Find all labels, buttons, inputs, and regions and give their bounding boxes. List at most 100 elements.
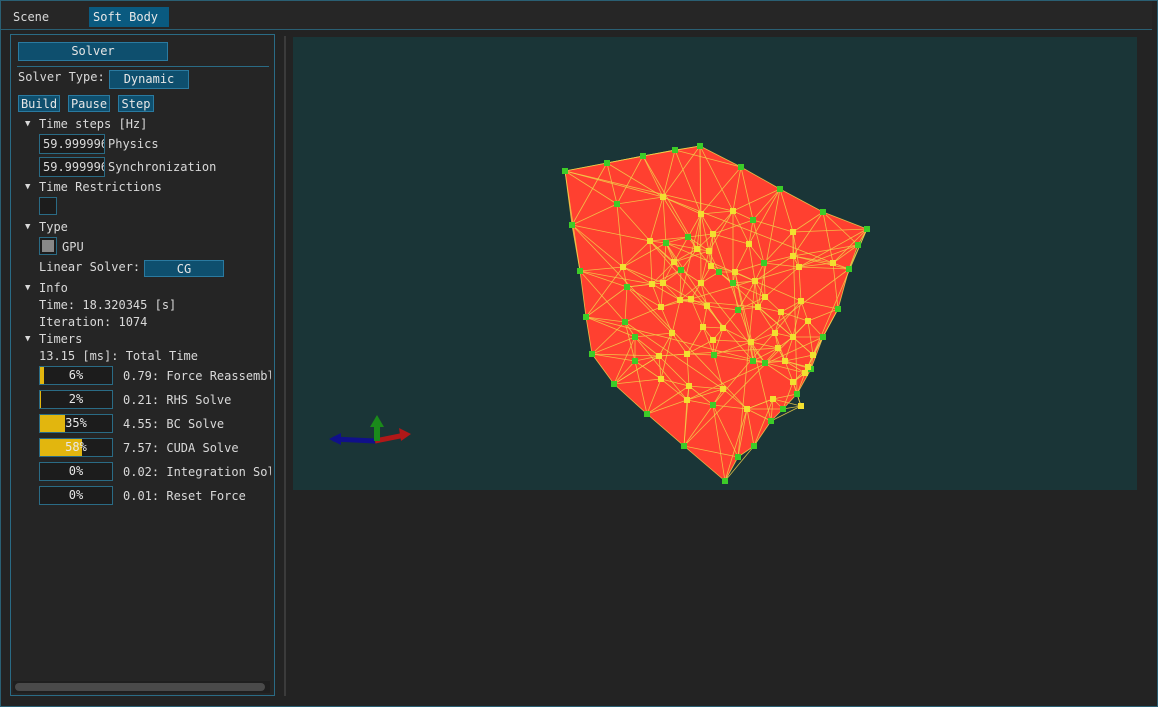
synchronization-hz-input[interactable]: 59.999996 — [39, 157, 105, 177]
mesh-node — [660, 194, 666, 200]
mesh-node — [735, 307, 741, 313]
mesh-node — [658, 376, 664, 382]
mesh-node — [685, 234, 691, 240]
mesh-node — [663, 240, 669, 246]
mesh-node — [775, 345, 781, 351]
progress-percent: 0% — [68, 488, 84, 502]
physics-hz-input[interactable]: 59.999996 — [39, 134, 105, 154]
tab-soft-body[interactable]: Soft Body — [89, 7, 169, 27]
mesh-node — [697, 143, 703, 149]
panel-splitter[interactable] — [284, 36, 286, 696]
mesh-node — [671, 259, 677, 265]
mesh-node — [798, 298, 804, 304]
mesh-node — [611, 381, 617, 387]
mesh-node — [730, 208, 736, 214]
mesh-node — [649, 281, 655, 287]
mesh-node — [864, 226, 870, 232]
mesh-node — [802, 370, 808, 376]
mesh-node — [790, 379, 796, 385]
axis-gizmo — [329, 415, 411, 445]
progress-percent: 6% — [68, 368, 84, 382]
collapse-arrow-icon[interactable]: ▼ — [25, 117, 30, 131]
mesh-node — [710, 402, 716, 408]
panel-horizontal-scrollbar[interactable] — [13, 681, 270, 693]
mesh-node — [684, 351, 690, 357]
info-time: Time: 18.320345 [s] — [39, 298, 177, 312]
mesh-node — [562, 168, 568, 174]
collapse-arrow-icon[interactable]: ▼ — [25, 332, 30, 346]
mesh-node — [632, 358, 638, 364]
mesh-node — [672, 147, 678, 153]
mesh-node — [604, 160, 610, 166]
mesh-node — [660, 280, 666, 286]
tab-scene[interactable]: Scene — [9, 7, 53, 27]
mesh-node — [684, 397, 690, 403]
timer-label: 0.02: Integration Solve — [123, 465, 271, 479]
mesh-node — [820, 209, 826, 215]
mesh-node — [711, 352, 717, 358]
mesh-node — [790, 229, 796, 235]
mesh-node — [782, 358, 788, 364]
solver-type-select[interactable]: Dynamic — [109, 70, 189, 89]
collapse-arrow-icon[interactable]: ▼ — [25, 220, 30, 234]
mesh-node — [688, 296, 694, 302]
mesh-node — [658, 304, 664, 310]
mesh-node — [790, 334, 796, 340]
gpu-label: GPU — [62, 240, 84, 254]
pause-button[interactable]: Pause — [68, 95, 110, 112]
mesh-node — [686, 383, 692, 389]
timer-progress-bar: 58% — [39, 438, 113, 457]
mesh-node — [735, 454, 741, 460]
mesh-node — [569, 222, 575, 228]
mesh-node — [772, 330, 778, 336]
mesh-node — [798, 403, 804, 409]
mesh-node — [583, 314, 589, 320]
mesh-node — [794, 391, 800, 397]
mesh-node — [780, 406, 786, 412]
time-restrictions-checkbox[interactable] — [39, 197, 57, 215]
gpu-checkbox[interactable] — [39, 237, 57, 255]
mesh-node — [644, 411, 650, 417]
linear-solver-select[interactable]: CG — [144, 260, 224, 277]
build-button[interactable]: Build — [18, 95, 60, 112]
timer-label: 0.21: RHS Solve — [123, 393, 232, 407]
solver-header-button[interactable]: Solver — [18, 42, 168, 61]
mesh-node — [738, 164, 744, 170]
mesh-node — [706, 248, 712, 254]
type-header[interactable]: Type — [39, 220, 68, 234]
mesh-node — [710, 337, 716, 343]
time-steps-header[interactable]: Time steps [Hz] — [39, 117, 147, 131]
mesh-node — [750, 217, 756, 223]
timer-progress-bar: 35% — [39, 414, 113, 433]
collapse-arrow-icon[interactable]: ▼ — [25, 180, 30, 194]
mesh-node — [751, 443, 757, 449]
soft-body-mesh — [329, 143, 870, 484]
synchronization-label: Synchronization — [108, 160, 217, 174]
mesh-node — [681, 443, 687, 449]
mesh-node — [810, 352, 816, 358]
mesh-node — [835, 306, 841, 312]
mesh-node — [762, 294, 768, 300]
info-header[interactable]: Info — [39, 281, 68, 295]
scrollbar-thumb[interactable] — [15, 683, 265, 691]
mesh-node — [669, 330, 675, 336]
mesh-node — [589, 351, 595, 357]
mesh-node — [647, 238, 653, 244]
step-button[interactable]: Step — [118, 95, 154, 112]
mesh-node — [778, 309, 784, 315]
3d-viewport[interactable] — [293, 37, 1137, 490]
physics-label: Physics — [108, 137, 159, 151]
time-restrictions-header[interactable]: Time Restrictions — [39, 180, 162, 194]
total-time-label: 13.15 [ms]: Total Time — [39, 349, 198, 363]
mesh-node — [698, 280, 704, 286]
mesh-node — [744, 406, 750, 412]
timers-header[interactable]: Timers — [39, 332, 82, 346]
timer-label: 4.55: BC Solve — [123, 417, 225, 431]
mesh-node — [777, 186, 783, 192]
collapse-arrow-icon[interactable]: ▼ — [25, 281, 30, 295]
mesh-node — [694, 246, 700, 252]
mesh-node — [730, 280, 736, 286]
menubar: Scene Soft Body — [1, 1, 1152, 30]
mesh-node — [768, 418, 774, 424]
timer-label: 7.57: CUDA Solve — [123, 441, 239, 455]
